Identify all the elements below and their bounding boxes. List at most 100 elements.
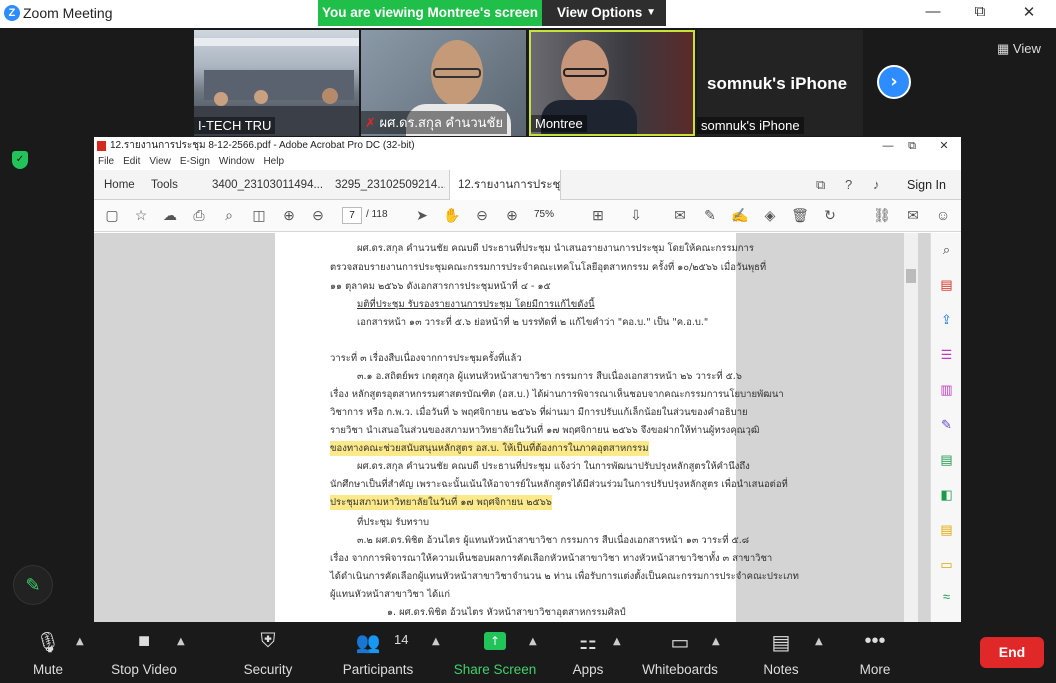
video-tile-montree[interactable]: Montree xyxy=(529,30,695,136)
export-pdf-icon[interactable]: ⇪ xyxy=(938,311,955,328)
tab-tools[interactable]: Tools xyxy=(143,170,186,200)
chevron-up-icon[interactable]: ▲ xyxy=(712,636,720,647)
protect-icon[interactable]: ▤ xyxy=(938,521,955,538)
close-button[interactable]: ✕ xyxy=(1014,3,1044,21)
menu-file[interactable]: File xyxy=(98,156,114,167)
menu-edit[interactable]: Edit xyxy=(123,156,140,167)
acrobat-close-button[interactable]: ✕ xyxy=(932,137,956,155)
apps-icon: ⚏ xyxy=(579,632,597,654)
next-page-arrow-icon[interactable]: › xyxy=(877,65,911,99)
video-camera-icon: ■ xyxy=(137,630,151,652)
star-icon[interactable]: ☆ xyxy=(131,205,151,225)
annotate-pen-icon[interactable]: ✎ xyxy=(13,565,53,605)
view-options-button[interactable]: View Options ▼ xyxy=(542,0,666,26)
select-cursor-icon[interactable]: ➤ xyxy=(412,205,432,225)
menu-esign[interactable]: E-Sign xyxy=(180,156,210,167)
page-number-input[interactable]: 7 xyxy=(342,207,362,224)
upload-icon[interactable]: ☁ xyxy=(160,205,180,225)
hand-tool-icon[interactable]: ✋ xyxy=(442,205,462,225)
document-viewer[interactable]: ผศ.ดร.สกุล คำนวนชัย คณบดี ประธานที่ประชุ… xyxy=(94,233,930,622)
encryption-shield-icon[interactable]: ✓ xyxy=(12,151,28,169)
menu-view[interactable]: View xyxy=(149,156,171,167)
tab-doc-3295[interactable]: 3295_23102509214... xyxy=(327,170,445,200)
stop-video-button[interactable]: ■ Stop Video xyxy=(104,622,184,683)
next-page-icon[interactable]: ⊖ xyxy=(308,205,328,225)
video-tile-itech[interactable]: I-TECH TRU xyxy=(194,30,359,136)
view-button[interactable]: ▦ View xyxy=(997,41,1041,57)
more-tools-icon[interactable]: ≈ xyxy=(938,588,955,605)
organize-pages-icon[interactable]: ☰ xyxy=(938,346,955,363)
account-icon[interactable]: ☺ xyxy=(933,205,953,225)
search-icon[interactable]: ⌕ xyxy=(938,241,955,258)
apps-button[interactable]: ⚏ Apps xyxy=(566,622,610,683)
chevron-up-icon[interactable]: ▲ xyxy=(76,636,84,647)
bell-icon[interactable]: ♪ xyxy=(873,170,880,200)
apps-label: Apps xyxy=(572,662,604,677)
zoom-level[interactable]: 75% xyxy=(534,209,554,220)
viewing-banner: You are viewing Montree's screen xyxy=(318,0,542,26)
chevron-up-icon[interactable]: ▲ xyxy=(177,636,185,647)
chevron-up-icon[interactable]: ▲ xyxy=(432,636,440,647)
participant-big-name: somnuk's iPhone xyxy=(707,74,848,93)
create-pdf-icon[interactable]: ▤ xyxy=(938,276,955,293)
participants-button[interactable]: 👥 14 Participants xyxy=(338,622,418,683)
zoom-out-icon[interactable]: ⊖ xyxy=(472,205,492,225)
doc-line: ผศ.ดร.สกุล คำนวนชัย คณบดี ประธานที่ประชุ… xyxy=(357,243,754,254)
scroll-mode-icon[interactable]: ⇩ xyxy=(626,205,646,225)
share-screen-button[interactable]: Share Screen xyxy=(452,622,538,683)
print-icon[interactable]: ⎙ xyxy=(189,205,209,225)
acrobat-restore-button[interactable]: ⧉ xyxy=(900,137,924,155)
video-tile-somnuk[interactable]: somnuk's iPhone somnuk's iPhone xyxy=(697,30,863,136)
microphone-icon: 🎙 xyxy=(35,632,61,654)
email-icon[interactable]: ✉ xyxy=(903,205,923,225)
tab-doc-3400[interactable]: 3400_23103011494... xyxy=(204,170,322,200)
chevron-up-icon[interactable]: ▲ xyxy=(529,636,537,647)
compare-icon[interactable]: ◧ xyxy=(938,486,955,503)
sign-in-link[interactable]: Sign In xyxy=(907,170,946,200)
stamp-icon[interactable]: ◈ xyxy=(760,205,780,225)
edit-pdf-icon[interactable]: ▥ xyxy=(938,381,955,398)
shield-icon: ⛨ xyxy=(260,630,276,652)
view-label: View xyxy=(1012,41,1041,56)
doc-line: วาระที่ ๓ เรื่องสืบเนื่องจากการประชุมครั… xyxy=(330,353,522,364)
comment-icon[interactable]: ✉ xyxy=(670,205,690,225)
doc-line: มติที่ประชุม รับรองรายงานการประชุม โดยมี… xyxy=(357,299,595,310)
export-icon[interactable]: ▤ xyxy=(938,451,955,468)
save-icon[interactable]: ▢ xyxy=(102,205,122,225)
zoom-search-icon[interactable]: ⌕ xyxy=(219,205,239,225)
rotate-icon[interactable]: ↻ xyxy=(820,205,840,225)
help-icon[interactable]: ? xyxy=(845,170,852,200)
doc-line: ผู้แทนหัวหน้าสาขาวิชา ได้แก่ xyxy=(330,589,451,600)
chevron-up-icon[interactable]: ▲ xyxy=(815,636,823,647)
tab-home[interactable]: Home xyxy=(96,170,143,200)
end-meeting-button[interactable]: End xyxy=(980,637,1044,668)
delete-icon[interactable]: 🗑 xyxy=(790,205,810,225)
fill-sign-icon[interactable]: ✎ xyxy=(938,416,955,433)
highlight-pen-icon[interactable]: ✎ xyxy=(700,205,720,225)
menu-window[interactable]: Window xyxy=(219,156,255,167)
chevron-up-icon[interactable]: ▲ xyxy=(613,636,621,647)
whiteboards-button[interactable]: ▭ Whiteboards xyxy=(640,622,720,683)
more-button[interactable]: ••• More xyxy=(852,622,898,683)
document-scrollbar[interactable] xyxy=(904,233,918,622)
notes-button[interactable]: ▤ Notes xyxy=(758,622,804,683)
link-icon[interactable]: ⛓ xyxy=(872,205,892,225)
share-icon[interactable]: ⧉ xyxy=(816,170,825,200)
comment-icon[interactable]: ▭ xyxy=(938,556,955,573)
restore-button[interactable]: ⧉ xyxy=(965,3,995,20)
acrobat-minimize-button[interactable]: — xyxy=(876,137,900,155)
zoom-in-icon[interactable]: ⊕ xyxy=(502,205,522,225)
screenshot-icon[interactable]: ◫ xyxy=(249,205,269,225)
fit-page-icon[interactable]: ⊞ xyxy=(588,205,608,225)
minimize-button[interactable]: — xyxy=(918,3,948,20)
security-button[interactable]: ⛨ Security xyxy=(236,622,300,683)
scrollbar-thumb[interactable] xyxy=(906,269,916,283)
menu-help[interactable]: Help xyxy=(263,156,284,167)
tab-doc-12[interactable]: 12.รายงานการประชุ...✕ xyxy=(449,170,561,200)
mute-button[interactable]: 🎙 Mute xyxy=(18,622,78,683)
doc-line: วิชาการ หรือ ก.พ.ว. เมื่อวันที่ ๖ พฤศจิก… xyxy=(330,407,748,418)
tab-doc-12-label: 12.รายงานการประชุ... xyxy=(458,179,561,191)
prev-page-icon[interactable]: ⊕ xyxy=(279,205,299,225)
video-tile-sakul[interactable]: ✗ ผศ.ดร.สกุล คำนวนชัย xyxy=(361,30,526,136)
draw-icon[interactable]: ✍ xyxy=(730,205,750,225)
